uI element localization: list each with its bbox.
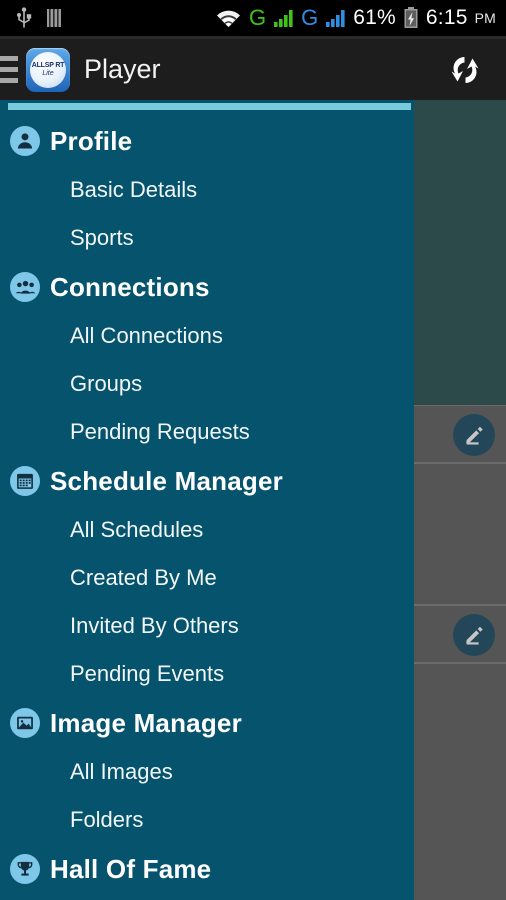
navigation-drawer: Profile Basic Details Sports Connections All…	[0, 100, 414, 900]
drawer-section-label: Schedule Manager	[50, 465, 283, 496]
drawer-item-all-connections[interactable]: All Connections	[0, 312, 414, 360]
drawer-item-pending-events[interactable]: Pending Events	[0, 650, 414, 698]
drawer-item-label: Pending Requests	[70, 419, 250, 444]
drawer-menu-list: Profile Basic Details Sports Connections All…	[0, 116, 414, 894]
status-bar: G G 61% 6:15 PM	[0, 0, 506, 36]
allsport-lite-app-icon: ALLSP RT Lite	[26, 47, 70, 92]
drawer-section-label: Connections	[50, 271, 210, 302]
wifi-icon	[217, 10, 241, 27]
drawer-item-label: Groups	[70, 371, 143, 396]
usb-icon	[17, 7, 32, 28]
drawer-section-image-manager[interactable]: Image Manager	[0, 698, 414, 748]
drawer-item-label: Invited By Others	[70, 613, 239, 638]
page-title: Player	[84, 54, 161, 84]
drawer-item-label: All Connections	[70, 323, 223, 348]
trophy-icon	[10, 854, 40, 884]
phone-screen: d situations ed on the ProfileBasic Deta…	[0, 0, 506, 900]
drawer-item-all-images[interactable]: All Images	[0, 748, 414, 796]
drawer-item-pending-requests[interactable]: Pending Requests	[0, 408, 414, 456]
app-icon-text-bottom: Lite	[42, 70, 54, 77]
drawer-section-hall-of-fame[interactable]: Hall Of Fame	[0, 844, 414, 894]
network-2-label: G	[301, 5, 319, 30]
person-icon	[10, 126, 40, 156]
clock-time: 6:15	[425, 6, 468, 29]
hamburger-menu-icon[interactable]	[0, 52, 18, 88]
drawer-item-created-by-me[interactable]: Created By Me	[0, 554, 414, 602]
drawer-item-label: All Schedules	[70, 517, 204, 542]
drawer-section-label: Image Manager	[50, 707, 242, 738]
drawer-section-profile[interactable]: Profile	[0, 116, 414, 166]
drawer-item-label: Basic Details	[70, 177, 198, 202]
battery-charging-icon	[404, 7, 418, 28]
sync-button[interactable]	[442, 47, 488, 93]
network-1-label: G	[249, 5, 267, 30]
clock-meridiem: PM	[474, 10, 496, 26]
action-bar: ALLSP RT Lite Player	[0, 39, 506, 100]
drawer-accent-bar	[8, 103, 411, 110]
image-icon	[10, 708, 40, 738]
signal-bars-icon	[274, 9, 293, 27]
drawer-section-label: Profile	[50, 125, 133, 156]
sync-refresh-icon	[451, 56, 479, 83]
signal-bars-icon	[326, 9, 345, 27]
people-group-icon	[10, 272, 40, 302]
drawer-item-label: All Images	[70, 759, 173, 784]
drawer-item-groups[interactable]: Groups	[0, 360, 414, 408]
drawer-item-all-schedules[interactable]: All Schedules	[0, 506, 414, 554]
drawer-item-label: Created By Me	[70, 565, 217, 590]
battery-percent-label: 61%	[353, 6, 396, 29]
drawer-section-schedule-manager[interactable]: Schedule Manager	[0, 456, 414, 506]
drawer-item-invited-by-others[interactable]: Invited By Others	[0, 602, 414, 650]
calendar-icon	[10, 466, 40, 496]
drawer-section-connections[interactable]: Connections	[0, 262, 414, 312]
sim-card-icon	[47, 9, 61, 27]
drawer-item-label: Pending Events	[70, 661, 225, 686]
drawer-item-basic-details[interactable]: Basic Details	[0, 166, 414, 214]
drawer-item-label: Sports	[70, 225, 134, 250]
app-icon-badge: ALLSP RT Lite	[30, 51, 66, 88]
drawer-item-sports[interactable]: Sports	[0, 214, 414, 262]
app-icon-text-top: ALLSP RT	[31, 62, 65, 69]
drawer-section-label: Hall Of Fame	[50, 853, 212, 884]
drawer-item-folders[interactable]: Folders	[0, 796, 414, 844]
drawer-item-label: Folders	[70, 807, 144, 832]
